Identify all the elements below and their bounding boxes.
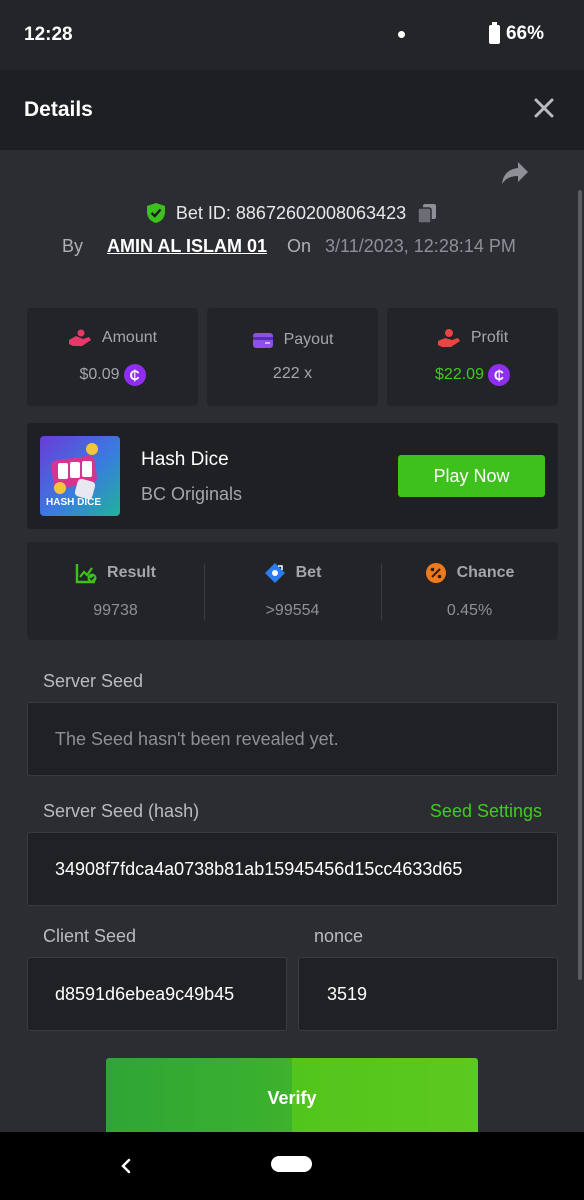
client-seed-field[interactable]: d8591d6ebea9c49b45: [27, 957, 287, 1031]
bet-cell: Bet >99554: [204, 542, 381, 640]
client-seed-label: Client Seed: [43, 926, 137, 946]
share-icon[interactable]: [500, 160, 530, 186]
profit-hand-icon: [437, 329, 460, 347]
play-now-button[interactable]: Play Now: [398, 455, 545, 497]
profit-cell: Profit $22.09 ₵: [387, 308, 558, 406]
amount-value: $0.09: [79, 366, 120, 383]
result-value: 99738: [93, 602, 138, 619]
user-link[interactable]: AMIN AL ISLAM 01: [107, 236, 267, 257]
amount-cell: Amount $0.09 ₵: [27, 308, 198, 406]
nonce-label: nonce: [314, 926, 364, 946]
payout-label: Payout: [283, 331, 334, 348]
server-seed-hash-field[interactable]: 34908f7fdca4a0738b81ab15945456d15cc4633d…: [27, 832, 558, 906]
server-seed-field: The Seed hasn't been revealed yet.: [27, 702, 558, 776]
game-name: Hash Dice: [141, 449, 229, 470]
on-label: On: [287, 236, 312, 256]
chance-value: 0.45%: [446, 602, 493, 619]
percent-icon: [425, 563, 446, 583]
result-label: Result: [107, 564, 156, 581]
copy-icon[interactable]: [416, 202, 438, 224]
chance-label: Chance: [456, 564, 515, 581]
status-time: 12:28: [24, 24, 73, 45]
battery-percent: 66%: [505, 23, 544, 44]
chart-check-icon: [75, 564, 97, 584]
nonce-field[interactable]: 3519: [298, 957, 558, 1031]
wallet-icon: [252, 333, 273, 348]
home-pill[interactable]: [271, 1156, 312, 1172]
profit-label: Profit: [470, 329, 509, 346]
amount-label: Amount: [101, 329, 158, 346]
bet-id: Bet ID: 88672602008063423: [175, 202, 407, 223]
bet-tag-icon: [264, 563, 285, 583]
seed-settings-link[interactable]: Seed Settings: [430, 801, 542, 822]
result-cell: Result 99738: [27, 542, 204, 640]
profit-value: $22.09: [435, 366, 484, 383]
thumbnail-text: HASH DICE: [46, 497, 102, 508]
chance-cell: Chance 0.45%: [381, 542, 558, 640]
game-provider: BC Originals: [141, 484, 243, 504]
bet-value: >99554: [265, 602, 320, 619]
server-seed-label: Server Seed: [43, 671, 144, 691]
bet-byline: By AMIN AL ISLAM 01 On 3/11/2023, 12:28:…: [62, 236, 516, 257]
status-bar: 12:28 66%: [0, 0, 584, 70]
server-seed-hash-label: Server Seed (hash): [43, 801, 200, 821]
bet-date: 3/11/2023, 12:28:14 PM: [325, 236, 516, 256]
details-header: Details: [0, 70, 584, 150]
game-thumbnail[interactable]: HASH DICE: [40, 436, 120, 516]
verified-shield-icon: [146, 203, 165, 223]
bet-id-row: Bet ID: 88672602008063423: [0, 202, 584, 224]
result-summary: Result 99738 Bet >99554 Chance 0.45%: [27, 542, 558, 640]
bet-summary: Amount $0.09 ₵ Payout 222 x Profit $22.0…: [27, 308, 558, 406]
bet-label: Bet: [295, 564, 322, 581]
payout-cell: Payout 222 x: [207, 308, 378, 406]
battery-indicator: 66%: [488, 21, 544, 45]
page-title: Details: [24, 98, 93, 121]
battery-icon: [488, 21, 500, 44]
by-label: By: [62, 236, 84, 256]
payout-value: 222 x: [272, 365, 313, 382]
game-card: HASH DICE Hash Dice BC Originals Play No…: [27, 423, 558, 529]
coin-icon: ₵: [123, 364, 146, 386]
back-icon[interactable]: [118, 1156, 134, 1176]
verify-button[interactable]: Verify: [106, 1058, 478, 1132]
system-nav-bar: [0, 1132, 584, 1200]
coin-icon: ₵: [487, 364, 510, 386]
scrollbar[interactable]: [578, 190, 582, 980]
close-icon[interactable]: [532, 96, 556, 120]
details-content[interactable]: Bet ID: 88672602008063423 By AMIN AL ISL…: [0, 150, 584, 1132]
notification-dot: [398, 31, 405, 38]
hand-coins-icon: [68, 329, 91, 346]
